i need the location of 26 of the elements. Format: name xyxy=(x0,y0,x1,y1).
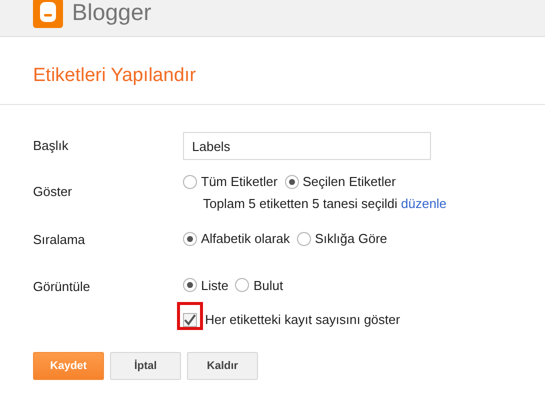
field-label: Başlık xyxy=(33,138,68,154)
radio-label[interactable]: Bulut xyxy=(253,276,284,295)
radio-label[interactable]: Alfabetik olarak xyxy=(201,229,290,248)
radio-label[interactable]: Tüm Etiketler xyxy=(201,172,278,192)
radio-button[interactable] xyxy=(284,174,299,189)
radio-button[interactable] xyxy=(235,278,250,292)
checkbox-label[interactable]: Her etiketteki kayıt sayısını göster xyxy=(205,310,400,330)
selection-summary: Toplam 5 etiketten 5 tanesi seçildi düzenle xyxy=(202,194,447,213)
radio-button[interactable] xyxy=(183,278,197,292)
field-label: Sıralama xyxy=(33,232,86,247)
brand-name: Blogger xyxy=(72,0,152,25)
radio-button[interactable] xyxy=(183,232,197,246)
logo-icon xyxy=(33,0,63,28)
radio-button[interactable] xyxy=(183,174,197,189)
radio-label[interactable]: Sıklığa Göre xyxy=(314,229,388,248)
radio-label[interactable]: Seçilen Etiketler xyxy=(302,172,396,192)
checkbox[interactable] xyxy=(183,313,197,327)
field-label: Görüntüle xyxy=(33,278,90,294)
radio-label[interactable]: Liste xyxy=(201,276,228,295)
action-button[interactable]: Kaldır xyxy=(187,352,258,380)
field-label: Göster xyxy=(33,184,72,199)
action-button[interactable]: İptal xyxy=(110,352,181,380)
title-field[interactable]: Labels xyxy=(183,132,431,160)
edit-link[interactable]: düzenle xyxy=(401,196,447,210)
radio-button[interactable] xyxy=(296,232,311,246)
page-title: Etiketleri Yapılandır xyxy=(33,65,196,86)
